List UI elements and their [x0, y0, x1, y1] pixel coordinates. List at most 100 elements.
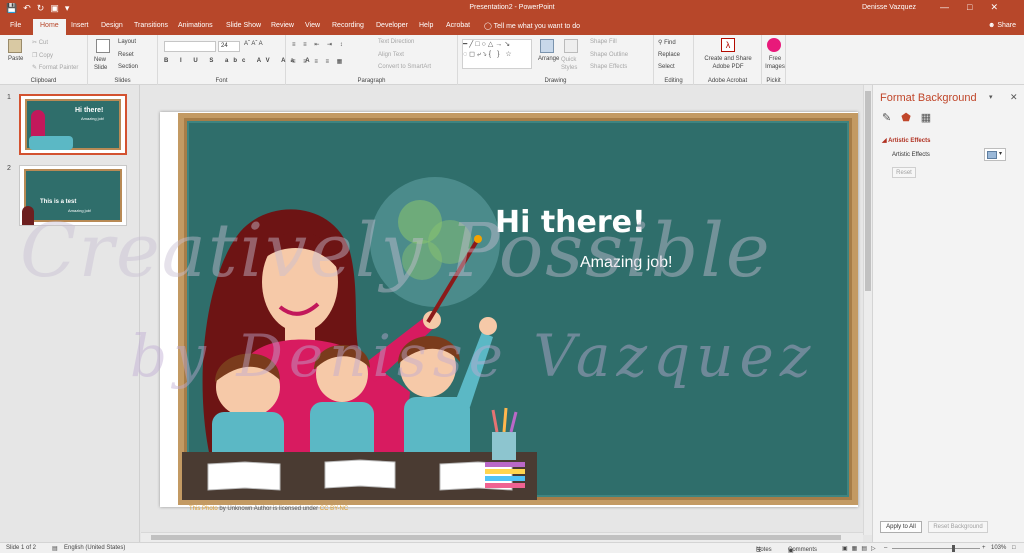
apply-to-all-button[interactable]: Apply to All — [880, 521, 922, 533]
paste-icon[interactable] — [8, 39, 22, 53]
zoom-slider-thumb[interactable] — [952, 545, 955, 552]
text-direction-button[interactable]: Text Direction — [378, 39, 414, 45]
horizontal-scrollbar[interactable] — [141, 532, 863, 542]
artistic-effects-label: Artistic Effects — [892, 152, 930, 158]
paragraph-group: ≡ ≡ ⇤ ⇥ ↕ ≡ ≡ ≡ ≡ ▦ Text Direction Align… — [286, 35, 458, 85]
slide-thumbnail-1[interactable]: Hi there! Amazing job! — [19, 94, 127, 155]
tab-transitions[interactable]: Transitions — [134, 22, 168, 29]
view-buttons[interactable]: ▣▦▤▷ — [842, 545, 880, 552]
tab-home[interactable]: Home — [33, 19, 66, 35]
reset-background-button[interactable]: Reset Background — [928, 521, 988, 533]
maximize-icon[interactable]: □ — [967, 2, 972, 13]
slide-artwork: Hi there! Amazing job! — [178, 113, 858, 505]
pane-options-icon[interactable]: ▾ — [989, 93, 993, 101]
tab-help[interactable]: Help — [419, 22, 433, 29]
tab-review[interactable]: Review — [271, 22, 294, 29]
fit-to-window-icon[interactable]: □ — [1012, 545, 1016, 551]
new-slide-icon[interactable] — [96, 39, 110, 53]
pencil-cup — [492, 432, 516, 460]
free-images-button[interactable]: Free Images — [764, 55, 786, 71]
section-button[interactable]: Section — [118, 64, 138, 70]
copy-button[interactable]: ❐ Copy — [32, 52, 53, 59]
artistic-effects-section[interactable]: ◢ Artistic Effects — [882, 137, 930, 144]
zoom-level[interactable]: 103% — [991, 545, 1006, 551]
layout-button[interactable]: Layout — [118, 39, 136, 45]
spellcheck-icon[interactable]: ▤ — [52, 545, 58, 552]
align-buttons[interactable]: ≡ ≡ ≡ ≡ ▦ — [292, 58, 345, 65]
zoom-out-icon[interactable]: – — [884, 545, 887, 551]
close-icon[interactable]: ✕ — [1010, 92, 1018, 103]
effects-icon[interactable]: ⬟ — [901, 111, 911, 124]
tab-view[interactable]: View — [305, 22, 320, 29]
acrobat-icon[interactable]: λ — [721, 38, 735, 52]
thumbnail-kids — [29, 136, 73, 150]
tab-acrobat[interactable]: Acrobat — [446, 22, 470, 29]
title-bar: 💾 ↶ ↻ ▣ ▾ Presentation2 - PowerPoint Den… — [0, 0, 1024, 18]
zoom-in-icon[interactable]: + — [982, 545, 986, 551]
artistic-effects-dropdown[interactable]: ▾ — [984, 148, 1006, 161]
vertical-scrollbar[interactable] — [863, 85, 872, 535]
shape-fill-button[interactable]: Shape Fill — [590, 39, 617, 45]
format-painter-button[interactable]: ✎ Format Painter — [32, 64, 78, 71]
share-button[interactable]: ☻ Share — [988, 22, 1016, 29]
create-share-pdf-button[interactable]: Create and Share Adobe PDF — [696, 55, 760, 71]
shapes-gallery[interactable]: ━╱□○△→↘ ◌◻⤶⤵{ } ☆ — [462, 39, 532, 69]
image-credit: This Photo by Unknown Author is licensed… — [189, 506, 348, 512]
font-label: Font — [215, 78, 228, 84]
slide-thumbnail-2[interactable]: This is a test Amazing job! — [19, 165, 127, 226]
tab-recording[interactable]: Recording — [332, 22, 364, 29]
photo-link[interactable]: This Photo — [189, 506, 218, 512]
arrange-icon[interactable] — [540, 39, 554, 53]
font-size-combo[interactable]: 24 — [218, 41, 240, 52]
tab-developer[interactable]: Developer — [376, 22, 408, 29]
reset-button[interactable]: Reset — [118, 52, 134, 58]
tab-file[interactable]: File — [10, 22, 21, 29]
quick-styles-icon[interactable] — [564, 39, 578, 53]
arrange-button[interactable]: Arrange — [538, 56, 559, 62]
pickit-icon[interactable] — [767, 38, 781, 52]
new-slide-button[interactable]: New Slide — [94, 56, 116, 72]
tab-design[interactable]: Design — [101, 22, 123, 29]
close-icon[interactable]: ✕ — [990, 2, 998, 13]
select-button[interactable]: Select — [658, 64, 675, 70]
slide-canvas[interactable]: Hi there! Amazing job! — [160, 112, 858, 507]
fill-icon[interactable]: ✎ — [882, 111, 891, 124]
align-text-button[interactable]: Align Text — [378, 52, 404, 58]
cut-button[interactable]: ✂ Cut — [32, 39, 48, 46]
shape-outline-button[interactable]: Shape Outline — [590, 52, 628, 58]
pickit-group: Free Images Pickit — [762, 35, 786, 85]
tell-me-search[interactable]: ◯ Tell me what you want to do — [484, 22, 580, 30]
shape-effects-button[interactable]: Shape Effects — [590, 64, 627, 70]
horizontal-scroll-thumb[interactable] — [151, 535, 841, 540]
grow-font-icon[interactable]: Aˆ Aˇ A — [244, 41, 263, 47]
paste-button[interactable]: Paste — [8, 56, 23, 62]
font-name-combo[interactable] — [164, 41, 216, 52]
user-name[interactable]: Denisse Vazquez — [862, 4, 916, 11]
slide-title[interactable]: Hi there! — [495, 205, 646, 240]
license-link[interactable]: CC BY-NC — [320, 506, 348, 512]
vertical-scroll-thumb[interactable] — [865, 91, 871, 291]
quick-styles-button[interactable]: Quick Styles — [561, 56, 585, 72]
smartart-button[interactable]: Convert to SmartArt — [378, 64, 431, 70]
status-bar: Slide 1 of 2 ▤ English (United States) ☰… — [0, 542, 1024, 553]
slide-count: Slide 1 of 2 — [6, 545, 37, 551]
thumbnail-board: This is a test Amazing job! — [24, 169, 122, 222]
effect-preview-icon — [987, 151, 997, 159]
replace-button[interactable]: Replace — [658, 52, 680, 58]
zoom-slider-track[interactable] — [892, 548, 980, 549]
slide-subtitle[interactable]: Amazing job! — [580, 254, 673, 271]
tab-insert[interactable]: Insert — [71, 22, 89, 29]
picture-icon[interactable]: ▦ — [921, 111, 931, 124]
list-buttons[interactable]: ≡ ≡ ⇤ ⇥ ↕ — [292, 41, 346, 48]
tab-animations[interactable]: Animations — [178, 22, 213, 29]
language-indicator[interactable]: English (United States) — [64, 545, 125, 551]
cut-label: Cut — [38, 40, 49, 46]
thumbnail-number: 2 — [7, 165, 11, 172]
find-button[interactable]: ⚲ Find — [658, 39, 676, 46]
minimize-icon[interactable]: — — [940, 2, 949, 13]
clipboard-label: Clipboard — [30, 78, 57, 84]
reset-effects-button[interactable]: Reset — [892, 167, 916, 178]
tab-slide-show[interactable]: Slide Show — [226, 22, 261, 29]
drawing-label: Drawing — [544, 78, 567, 84]
chalk — [485, 469, 525, 474]
